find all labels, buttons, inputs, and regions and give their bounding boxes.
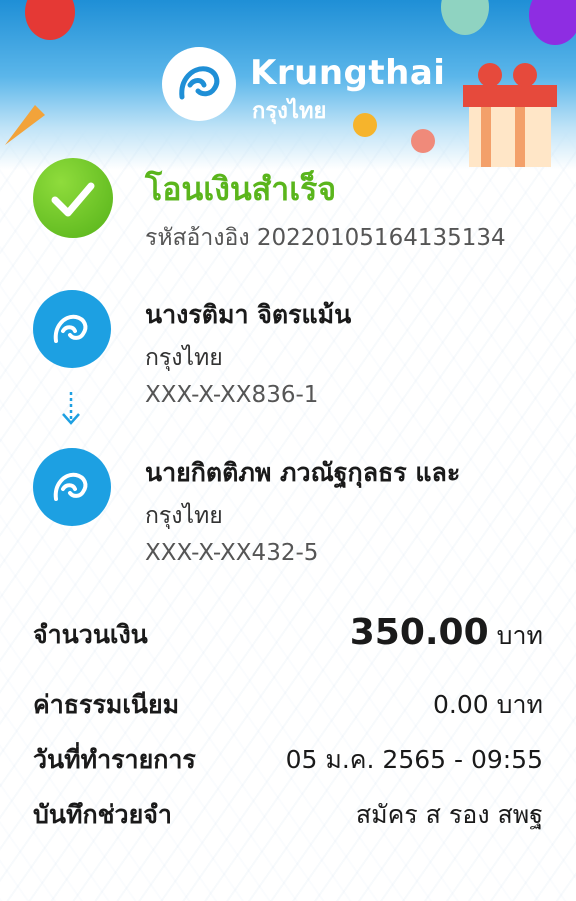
brand-name-en: Krungthai: [250, 53, 446, 93]
receiver-account: XXX-X-XX432-5: [145, 540, 319, 566]
balloon-icon: [441, 0, 489, 35]
krungthai-logo-icon: [53, 472, 88, 501]
receiver-bank-logo: [33, 448, 111, 526]
memo-value: สมัคร ส รอง สพฐ: [355, 800, 543, 829]
brand-name-th: กรุงไทย: [252, 99, 327, 124]
krungthai-logo-icon: [53, 314, 88, 343]
balloon-icon: [529, 0, 576, 45]
header-banner: Krungthai กรุงไทย: [0, 0, 576, 170]
sender-account: XXX-X-XX836-1: [145, 382, 319, 408]
amount-unit: บาท: [496, 621, 543, 650]
memo-label: บันทึกช่วยจำ: [33, 800, 172, 829]
party-popper-icon: [5, 105, 45, 145]
amount-value-row: 350.00 บาท: [350, 612, 543, 656]
balloon-icon: [25, 0, 75, 40]
krungthai-logo-icon: [162, 47, 236, 121]
check-icon: [51, 182, 95, 217]
status-title: โอนเงินสำเร็จ: [145, 170, 337, 208]
reference-number: รหัสอ้างอิง 2022010516413513​4: [145, 225, 506, 251]
sender-name: นางรติมา จิตรแม้น: [145, 300, 352, 329]
arrow-down-icon: [62, 392, 80, 425]
fee-label: ค่าธรรมเนียม: [33, 690, 180, 719]
brand-logo: Krungthai กรุงไทย: [160, 45, 445, 130]
date-label: วันที่ทำรายการ: [33, 745, 196, 774]
ornament-icon: [411, 129, 435, 153]
amount-value: 350.00: [349, 612, 489, 653]
date-value: 05 ม.ค. 2565 - 09:55: [285, 745, 543, 774]
receiver-bank: กรุงไทย: [145, 503, 223, 529]
fee-value: 0.00 บาท: [433, 690, 543, 719]
amount-label: จำนวนเงิน: [33, 620, 148, 649]
receiver-name: นายกิตติภพ ภวณัฐกุลธร และ: [145, 458, 461, 487]
success-badge: [33, 158, 113, 238]
gift-icon: [463, 63, 557, 167]
sender-bank: กรุงไทย: [145, 345, 223, 371]
sender-bank-logo: [33, 290, 111, 368]
